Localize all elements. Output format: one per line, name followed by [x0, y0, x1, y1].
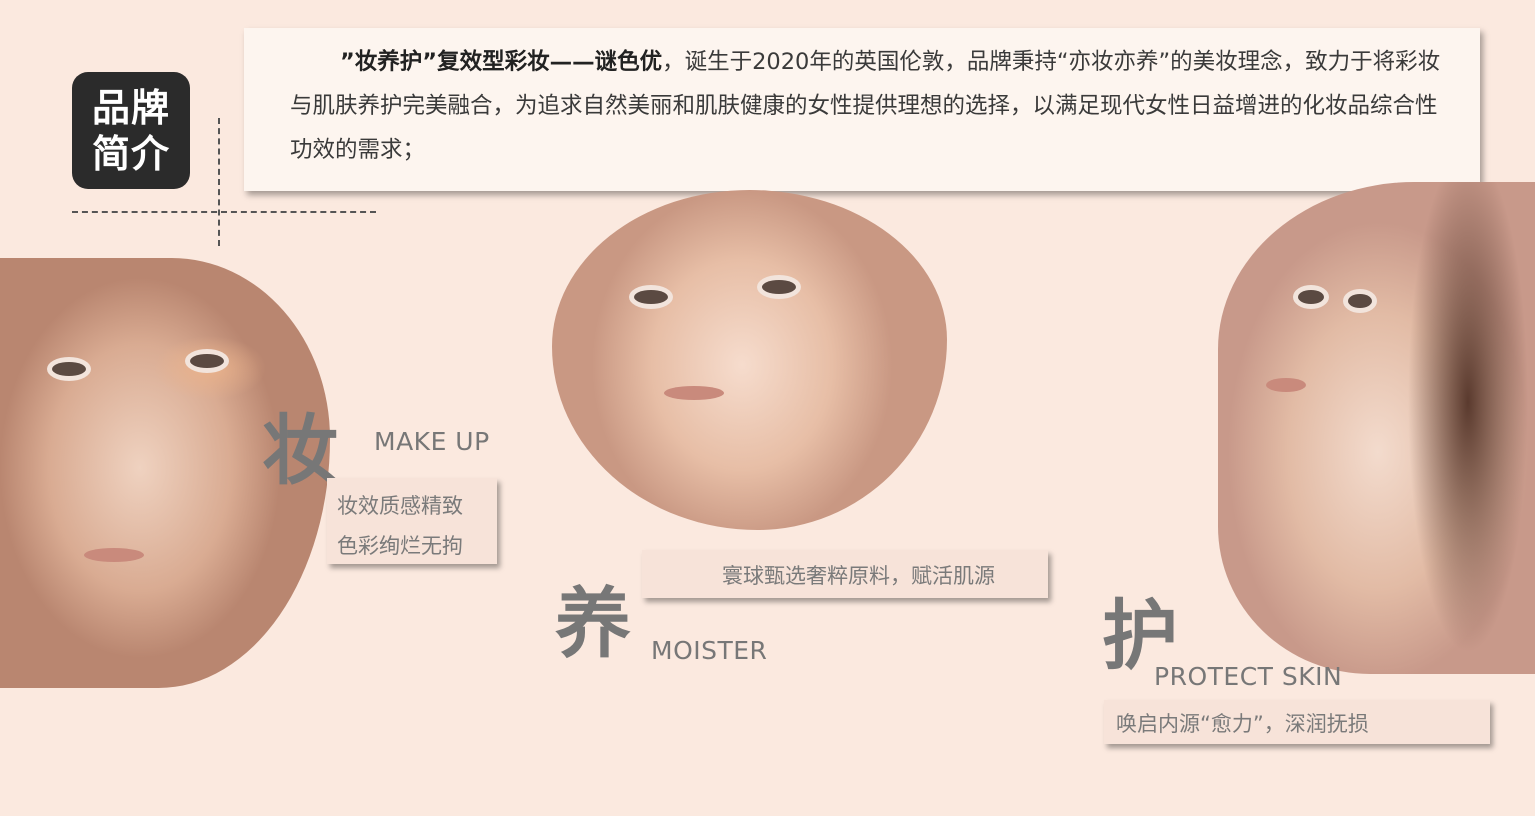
dashed-divider-horizontal — [72, 211, 376, 213]
moister-caption: 寰球甄选奢粹原料，赋活肌源 — [642, 550, 1048, 598]
portrait-eye — [634, 290, 668, 304]
brand-intro-lead: ”妆养护”复效型彩妆——谜色优 — [340, 49, 663, 75]
bottom-border — [0, 816, 1535, 822]
protect-english: PROTECT SKIN — [1154, 662, 1343, 691]
moister-english: MOISTER — [651, 636, 768, 665]
portrait-eye — [762, 280, 796, 294]
moisture-portrait-image — [552, 190, 947, 530]
portrait-eye — [1348, 294, 1372, 308]
makeup-english: MAKE UP — [374, 427, 490, 456]
protect-caption: 唤启内源“愈力”，深润抚损 — [1104, 700, 1490, 744]
protect-portrait-image — [1218, 182, 1535, 674]
makeup-caption: 妆效质感精致 色彩绚烂无拘 — [327, 478, 497, 564]
badge-line-1: 品牌 — [91, 85, 170, 130]
makeup-caption-line-2: 色彩绚烂无拘 — [337, 534, 463, 558]
badge-line-2: 简介 — [91, 131, 170, 176]
makeup-caption-line-1: 妆效质感精致 — [337, 494, 463, 518]
portrait-mouth — [1266, 378, 1306, 392]
brand-intro-card: ”妆养护”复效型彩妆——谜色优，诞生于2020年的英国伦敦，品牌秉持“亦妆亦养”… — [244, 28, 1480, 191]
portrait-eye — [1298, 290, 1324, 304]
portrait-eye — [190, 354, 224, 368]
dashed-divider-vertical — [218, 118, 220, 246]
brand-intro-paragraph: ”妆养护”复效型彩妆——谜色优，诞生于2020年的英国伦敦，品牌秉持“亦妆亦养”… — [290, 40, 1450, 172]
portrait-mouth — [84, 548, 144, 562]
portrait-eye — [52, 362, 86, 376]
moister-char: 养 — [555, 579, 631, 668]
brand-intro-badge: 品牌 简介 — [72, 72, 190, 189]
portrait-mouth — [664, 386, 724, 400]
